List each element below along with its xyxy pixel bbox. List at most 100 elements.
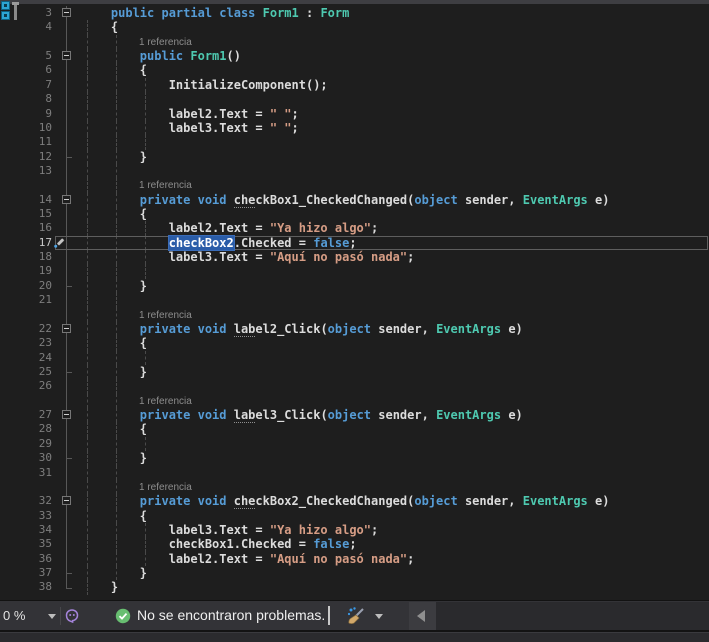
code-segment: , bbox=[422, 408, 436, 422]
code-text[interactable]: public partial class Form1 : Form bbox=[82, 6, 349, 20]
intellicode-icon[interactable] bbox=[64, 608, 80, 624]
fold-toggle[interactable] bbox=[62, 410, 71, 419]
code-text[interactable]: checkBox2.Checked = false; bbox=[82, 236, 357, 250]
code-text[interactable]: label2.Text = " "; bbox=[82, 107, 299, 121]
line-number: 30 bbox=[26, 451, 52, 465]
code-text[interactable]: } bbox=[82, 580, 118, 594]
code-line: 23 { bbox=[0, 336, 709, 350]
code-segment: } bbox=[82, 365, 147, 379]
outline-bar bbox=[66, 221, 67, 235]
horizontal-scrollbar[interactable] bbox=[436, 602, 709, 631]
dropdown-caret-icon[interactable] bbox=[375, 614, 383, 619]
edit-pencil-icon bbox=[53, 237, 65, 249]
code-text[interactable]: } bbox=[82, 365, 147, 379]
indent-guide bbox=[145, 264, 146, 278]
code-text[interactable]: private void checkBox1_CheckedChanged(ob… bbox=[82, 193, 609, 207]
code-text[interactable]: } bbox=[82, 279, 147, 293]
fold-toggle[interactable] bbox=[62, 195, 71, 204]
code-text[interactable]: label2.Text = "Ya hizo algo"; bbox=[82, 221, 378, 235]
code-editor[interactable]: 3 public partial class Form1 : Form4 {1 … bbox=[0, 4, 709, 600]
codelens-references[interactable]: 1 referencia bbox=[82, 481, 192, 494]
outline-bar bbox=[66, 92, 67, 106]
indent-guide bbox=[116, 92, 117, 106]
code-text[interactable]: private void label2_Click(object sender,… bbox=[82, 322, 523, 336]
code-segment bbox=[82, 322, 140, 336]
code-text[interactable]: InitializeComponent(); bbox=[82, 78, 328, 92]
code-segment: sender bbox=[378, 322, 421, 336]
code-line: 22 private void label2_Click(object send… bbox=[0, 322, 709, 336]
line-number: 8 bbox=[26, 92, 52, 106]
method-name: lab bbox=[234, 408, 256, 423]
line-number: 22 bbox=[26, 322, 52, 336]
fold-toggle[interactable] bbox=[62, 496, 71, 505]
line-number: 12 bbox=[26, 150, 52, 164]
codelens-references[interactable]: 1 referencia bbox=[82, 309, 192, 322]
code-line: 36 label2.Text = "Aquí no pasó nada"; bbox=[0, 552, 709, 566]
zoom-level-select[interactable]: 0 % bbox=[3, 608, 25, 623]
scroll-left-arrow-icon[interactable] bbox=[409, 602, 436, 631]
code-text[interactable]: private void label3_Click(object sender,… bbox=[82, 408, 523, 422]
code-segment: label2.Text = bbox=[82, 221, 270, 235]
fold-toggle[interactable] bbox=[62, 51, 71, 60]
code-segment: e bbox=[508, 322, 515, 336]
codelens-references[interactable]: 1 referencia bbox=[82, 179, 192, 192]
code-text[interactable]: { bbox=[82, 207, 147, 221]
code-text[interactable]: { bbox=[82, 509, 147, 523]
line-number: 16 bbox=[26, 221, 52, 235]
code-line: 4 { bbox=[0, 20, 709, 34]
check-icon[interactable] bbox=[115, 608, 131, 624]
fold-toggle[interactable] bbox=[62, 324, 71, 333]
code-cleanup-icon[interactable] bbox=[346, 606, 366, 626]
code-text[interactable]: label3.Text = "Aquí no pasó nada"; bbox=[82, 250, 414, 264]
code-text[interactable]: private void checkBox2_CheckedChanged(ob… bbox=[82, 494, 609, 508]
line-number: 19 bbox=[26, 264, 52, 278]
code-text[interactable]: { bbox=[82, 20, 118, 34]
code-text[interactable]: public Form1() bbox=[82, 49, 241, 63]
separator bbox=[328, 606, 330, 625]
code-line: 25 } bbox=[0, 365, 709, 379]
health-status-message[interactable]: No se encontraron problemas. bbox=[137, 607, 325, 623]
code-text[interactable]: label3.Text = " "; bbox=[82, 121, 299, 135]
code-text[interactable]: label3.Text = "Ya hizo algo"; bbox=[82, 523, 378, 537]
code-text[interactable]: } bbox=[82, 451, 147, 465]
code-segment: { bbox=[82, 207, 147, 221]
code-text[interactable]: } bbox=[82, 150, 147, 164]
code-segment: label2.Text = bbox=[82, 552, 270, 566]
line-number: 34 bbox=[26, 523, 52, 537]
outline-scope-end bbox=[66, 157, 72, 158]
outline-scope-end bbox=[66, 573, 72, 574]
code-text[interactable]: } bbox=[82, 566, 147, 580]
fold-toggle[interactable] bbox=[62, 8, 71, 17]
code-segment: ; bbox=[292, 121, 299, 135]
code-segment: } bbox=[82, 566, 147, 580]
codelens-row: 1 referencia bbox=[0, 178, 709, 192]
code-text[interactable]: { bbox=[82, 336, 147, 350]
line-number: 9 bbox=[26, 107, 52, 121]
code-segment: object bbox=[414, 193, 465, 207]
code-segment: " " bbox=[270, 121, 292, 135]
code-segment: { bbox=[82, 422, 147, 436]
code-text[interactable]: { bbox=[82, 63, 147, 77]
code-segment: Form1 bbox=[190, 49, 226, 63]
code-segment: ( bbox=[320, 322, 327, 336]
code-segment: ) bbox=[602, 494, 609, 508]
code-line: 8 bbox=[0, 92, 709, 106]
code-segment: sender bbox=[465, 193, 508, 207]
code-segment: private void bbox=[140, 193, 234, 207]
code-segment: InitializeComponent(); bbox=[82, 78, 328, 92]
code-line: 15 { bbox=[0, 207, 709, 221]
code-segment: checkBox1.Checked = bbox=[82, 537, 313, 551]
codelens-references[interactable]: 1 referencia bbox=[82, 36, 192, 49]
outline-bar bbox=[66, 379, 67, 393]
line-number: 37 bbox=[26, 566, 52, 580]
code-text[interactable]: checkBox1.Checked = false; bbox=[82, 537, 357, 551]
code-text[interactable]: label2.Text = "Aquí no pasó nada"; bbox=[82, 552, 414, 566]
code-text[interactable]: { bbox=[82, 422, 147, 436]
dropdown-caret-icon[interactable] bbox=[48, 614, 56, 619]
code-segment: public bbox=[140, 49, 191, 63]
line-number: 29 bbox=[26, 437, 52, 451]
method-name: lab bbox=[234, 322, 256, 337]
code-segment: } bbox=[82, 150, 147, 164]
codelens-references[interactable]: 1 referencia bbox=[82, 395, 192, 408]
indent-guide bbox=[87, 293, 88, 307]
